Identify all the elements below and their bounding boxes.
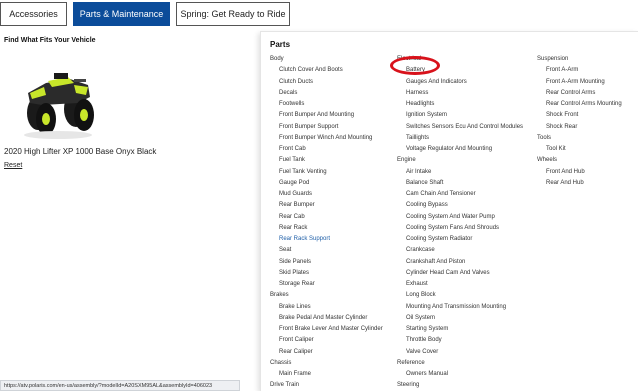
parts-column-2: Electrical Battery Gauges And Indicators Ha…	[397, 54, 523, 391]
part-link-fuel-tank-venting[interactable]: Fuel Tank Venting	[270, 167, 383, 178]
part-link-skid-plates[interactable]: Skid Plates	[270, 268, 383, 279]
part-link-switches-sensors-ecu-and-control-modules[interactable]: Switches Sensors Ecu And Control Modules	[397, 122, 523, 133]
part-link-headlights[interactable]: Headlights	[397, 99, 523, 110]
part-link-balance-shaft[interactable]: Balance Shaft	[397, 178, 523, 189]
parts-column-1: Body Clutch Cover And Boots Clutch Ducts De…	[270, 54, 383, 391]
reset-link[interactable]: Reset	[4, 162, 22, 169]
part-link-cooling-system-and-water-pump[interactable]: Cooling System And Water Pump	[397, 212, 523, 223]
part-link-starting-system[interactable]: Starting System	[397, 324, 523, 335]
part-link-voltage-regulator-and-mounting[interactable]: Voltage Regulator And Mounting	[397, 144, 523, 155]
part-link-front-bumper-winch-and-mounting[interactable]: Front Bumper Winch And Mounting	[270, 133, 383, 144]
part-link-front-caliper[interactable]: Front Caliper	[270, 335, 383, 346]
part-link-harness[interactable]: Harness	[397, 88, 523, 99]
tab-spring-get-ready-to-ride[interactable]: Spring: Get Ready to Ride	[176, 2, 290, 26]
category-brakes[interactable]: Brakes	[270, 290, 383, 301]
tab-bar: Accessories Parts & Maintenance Spring: …	[0, 2, 290, 26]
parts-title: Parts	[270, 40, 291, 49]
part-link-ignition-system[interactable]: Ignition System	[397, 110, 523, 121]
part-link-brake-pedal-and-master-cylinder[interactable]: Brake Pedal And Master Cylinder	[270, 313, 383, 324]
part-link-rear-and-hub[interactable]: Rear And Hub	[537, 178, 622, 189]
category-drive-train[interactable]: Drive Train	[270, 380, 383, 391]
find-what-fits-title: Find What Fits Your Vehicle	[4, 37, 96, 44]
part-link-throttle-body[interactable]: Throttle Body	[397, 335, 523, 346]
part-link-rear-rack-support[interactable]: Rear Rack Support	[270, 234, 383, 245]
part-link-front-and-hub[interactable]: Front And Hub	[537, 167, 622, 178]
category-body[interactable]: Body	[270, 54, 383, 65]
category-suspension[interactable]: Suspension	[537, 54, 622, 65]
part-link-crankshaft-and-piston[interactable]: Crankshaft And Piston	[397, 257, 523, 268]
part-link-mounting-and-transmission-mounting[interactable]: Mounting And Transmission Mounting	[397, 302, 523, 313]
parts-column-3: Suspension Front A-Arm Front A-Arm Mountin…	[537, 54, 622, 189]
category-reference[interactable]: Reference	[397, 358, 523, 369]
part-link-rear-caliper[interactable]: Rear Caliper	[270, 347, 383, 358]
part-link-gauges-and-indicators[interactable]: Gauges And Indicators	[397, 77, 523, 88]
part-link-side-panels[interactable]: Side Panels	[270, 257, 383, 268]
status-bar-url: https://atv.polaris.com/en-us/assembly/?…	[0, 380, 240, 391]
part-link-front-a-arm[interactable]: Front A-Arm	[537, 65, 622, 76]
part-link-front-bumper-support[interactable]: Front Bumper Support	[270, 122, 383, 133]
part-link-clutch-cover-and-boots[interactable]: Clutch Cover And Boots	[270, 65, 383, 76]
part-link-rear-rack[interactable]: Rear Rack	[270, 223, 383, 234]
vehicle-name: 2020 High Lifter XP 1000 Base Onyx Black	[4, 147, 157, 156]
parts-menu-panel: Parts Body Clutch Cover And Boots Clutch D…	[260, 31, 638, 391]
category-steering[interactable]: Steering	[397, 380, 523, 391]
part-link-shock-rear[interactable]: Shock Rear	[537, 122, 622, 133]
vehicle-fit-panel: Find What Fits Your Vehicle 2020 High Li…	[4, 37, 254, 169]
part-link-front-a-arm-mounting[interactable]: Front A-Arm Mounting	[537, 77, 622, 88]
part-link-mud-guards[interactable]: Mud Guards	[270, 189, 383, 200]
category-wheels[interactable]: Wheels	[537, 155, 622, 166]
part-link-owners-manual[interactable]: Owners Manual	[397, 369, 523, 380]
part-link-fuel-tank[interactable]: Fuel Tank	[270, 155, 383, 166]
part-link-front-cab[interactable]: Front Cab	[270, 144, 383, 155]
part-link-shock-front[interactable]: Shock Front	[537, 110, 622, 121]
tab-parts-and-maintenance[interactable]: Parts & Maintenance	[73, 2, 170, 26]
part-link-long-block[interactable]: Long Block	[397, 290, 523, 301]
part-link-seat[interactable]: Seat	[270, 245, 383, 256]
part-link-valve-cover[interactable]: Valve Cover	[397, 347, 523, 358]
vehicle-image	[24, 73, 94, 139]
part-link-decals[interactable]: Decals	[270, 88, 383, 99]
part-link-cooling-system-radiator[interactable]: Cooling System Radiator	[397, 234, 523, 245]
part-link-exhaust[interactable]: Exhaust	[397, 279, 523, 290]
part-link-cam-chain-and-tensioner[interactable]: Cam Chain And Tensioner	[397, 189, 523, 200]
part-link-rear-bumper[interactable]: Rear Bumper	[270, 200, 383, 211]
part-link-clutch-ducts[interactable]: Clutch Ducts	[270, 77, 383, 88]
part-link-oil-system[interactable]: Oil System	[397, 313, 523, 324]
part-link-brake-lines[interactable]: Brake Lines	[270, 302, 383, 313]
part-link-storage-rear[interactable]: Storage Rear	[270, 279, 383, 290]
part-link-cooling-bypass[interactable]: Cooling Bypass	[397, 200, 523, 211]
part-link-crankcase[interactable]: Crankcase	[397, 245, 523, 256]
category-chassis[interactable]: Chassis	[270, 358, 383, 369]
part-link-air-intake[interactable]: Air Intake	[397, 167, 523, 178]
part-link-taillights[interactable]: Taillights	[397, 133, 523, 144]
category-tools[interactable]: Tools	[537, 133, 622, 144]
part-link-rear-control-arms-mounting[interactable]: Rear Control Arms Mounting	[537, 99, 622, 110]
part-link-tool-kit[interactable]: Tool Kit	[537, 144, 622, 155]
part-link-front-bumper-and-mounting[interactable]: Front Bumper And Mounting	[270, 110, 383, 121]
part-link-rear-cab[interactable]: Rear Cab	[270, 212, 383, 223]
part-link-cylinder-head-cam-and-valves[interactable]: Cylinder Head Cam And Valves	[397, 268, 523, 279]
part-link-footwells[interactable]: Footwells	[270, 99, 383, 110]
part-link-rear-control-arms[interactable]: Rear Control Arms	[537, 88, 622, 99]
part-link-cooling-system-fans-and-shrouds[interactable]: Cooling System Fans And Shrouds	[397, 223, 523, 234]
battery-annotation-circle	[390, 56, 440, 75]
tab-accessories[interactable]: Accessories	[0, 2, 67, 26]
part-link-front-brake-lever-and-master-cylinder[interactable]: Front Brake Lever And Master Cylinder	[270, 324, 383, 335]
category-engine[interactable]: Engine	[397, 155, 523, 166]
part-link-main-frame[interactable]: Main Frame	[270, 369, 383, 380]
part-link-gauge-pod[interactable]: Gauge Pod	[270, 178, 383, 189]
